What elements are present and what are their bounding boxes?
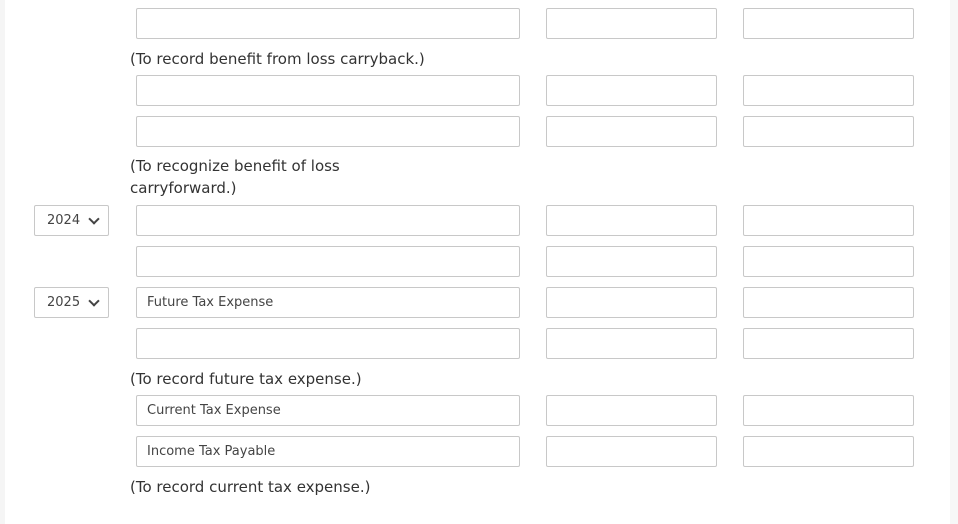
account-input[interactable]: [136, 205, 520, 236]
year-value: 2025: [47, 295, 81, 310]
left-border: [0, 0, 5, 524]
account-input[interactable]: [136, 75, 520, 106]
credit-input[interactable]: [743, 287, 914, 318]
account-input[interactable]: [136, 328, 520, 359]
entry-note: (To recognize benefit of loss carryforwa…: [130, 155, 340, 199]
debit-input[interactable]: [546, 75, 717, 106]
account-input[interactable]: [136, 246, 520, 277]
account-input[interactable]: Future Tax Expense: [136, 287, 520, 318]
year-select[interactable]: 2024: [34, 205, 109, 236]
account-input[interactable]: Income Tax Payable: [136, 436, 520, 467]
entry-note-line: (To recognize benefit of loss: [130, 157, 340, 175]
chevron-down-icon: [88, 212, 100, 225]
entry-note: (To record future tax expense.): [130, 370, 362, 388]
debit-input[interactable]: [546, 116, 717, 147]
debit-input[interactable]: [546, 436, 717, 467]
credit-input[interactable]: [743, 75, 914, 106]
credit-input[interactable]: [743, 205, 914, 236]
year-value: 2024: [47, 213, 81, 228]
entry-note-line: carryforward.): [130, 179, 237, 197]
debit-input[interactable]: [546, 246, 717, 277]
scrollbar-track[interactable]: [950, 0, 958, 524]
account-input[interactable]: [136, 8, 520, 39]
credit-input[interactable]: [743, 246, 914, 277]
credit-input[interactable]: [743, 395, 914, 426]
entry-note: (To record benefit from loss carryback.): [130, 50, 425, 68]
debit-input[interactable]: [546, 205, 717, 236]
debit-input[interactable]: [546, 328, 717, 359]
account-input[interactable]: Current Tax Expense: [136, 395, 520, 426]
credit-input[interactable]: [743, 328, 914, 359]
credit-input[interactable]: [743, 116, 914, 147]
debit-input[interactable]: [546, 287, 717, 318]
credit-input[interactable]: [743, 8, 914, 39]
credit-input[interactable]: [743, 436, 914, 467]
entry-note: (To record current tax expense.): [130, 478, 371, 496]
chevron-down-icon: [88, 294, 100, 307]
year-select[interactable]: 2025: [34, 287, 109, 318]
debit-input[interactable]: [546, 8, 717, 39]
account-input[interactable]: [136, 116, 520, 147]
debit-input[interactable]: [546, 395, 717, 426]
